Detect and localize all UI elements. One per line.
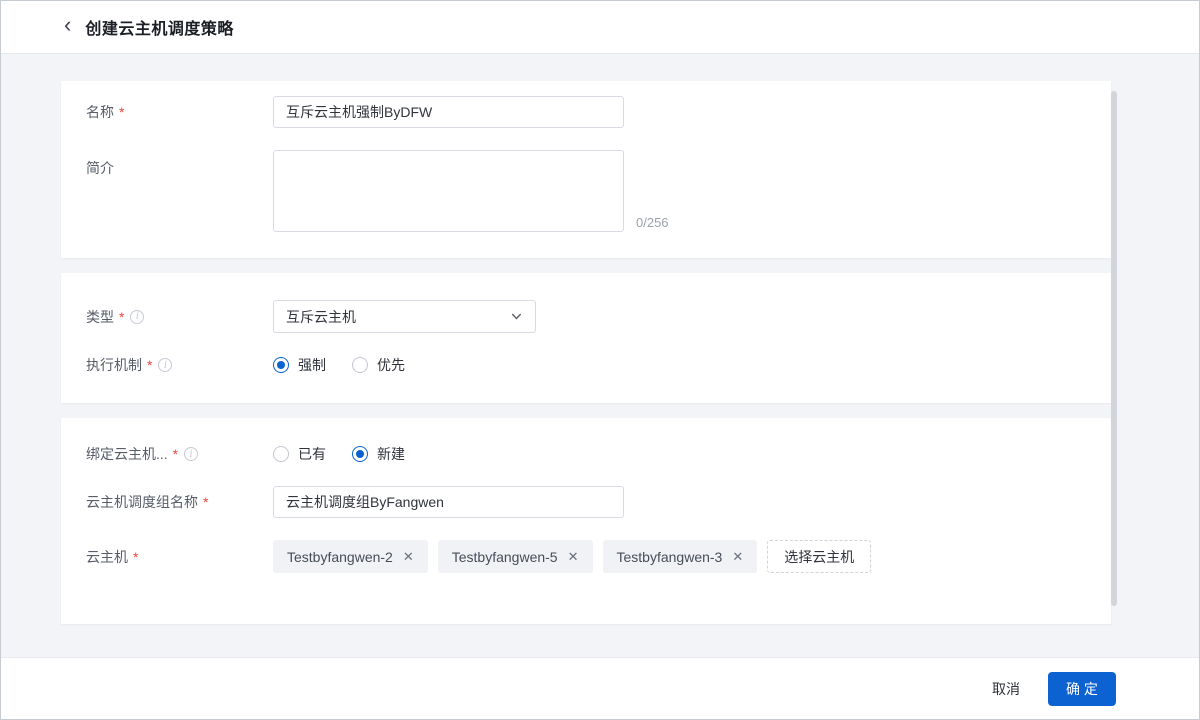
bind-mode-label-text: 绑定云主机... — [86, 444, 168, 464]
radio-label: 优先 — [377, 355, 405, 375]
hosts-row: 云主机 * Testbyfangwen-2 ✕ Testbyfangwen-5 … — [61, 540, 1111, 573]
type-label: 类型 * i — [86, 307, 273, 327]
required-mark: * — [119, 309, 124, 325]
name-label: 名称 * — [86, 102, 273, 122]
required-mark: * — [133, 549, 138, 565]
radio-existing[interactable]: 已有 — [273, 444, 326, 464]
form-content: 名称 * 简介 0/256 类型 * i — [1, 54, 1199, 659]
bind-mode-label: 绑定云主机... * i — [86, 444, 273, 464]
vertical-scrollbar[interactable] — [1111, 91, 1117, 606]
host-tag: Testbyfangwen-2 ✕ — [273, 540, 428, 573]
host-tags: Testbyfangwen-2 ✕ Testbyfangwen-5 ✕ Test… — [273, 540, 871, 573]
close-icon[interactable]: ✕ — [568, 550, 579, 563]
bind-mode-row: 绑定云主机... * i 已有 新建 — [61, 444, 1111, 464]
type-card: 类型 * i 互斥云主机 执行机制 * i — [61, 273, 1111, 403]
host-tag: Testbyfangwen-3 ✕ — [603, 540, 758, 573]
description-row: 简介 0/256 — [61, 150, 1111, 232]
hosts-label-text: 云主机 — [86, 547, 128, 567]
required-mark: * — [119, 104, 124, 120]
info-icon: i — [184, 447, 198, 461]
bind-mode-radio-group: 已有 新建 — [273, 444, 405, 464]
host-tag: Testbyfangwen-5 ✕ — [438, 540, 593, 573]
group-name-input[interactable] — [273, 486, 624, 518]
page-title: 创建云主机调度策略 — [85, 15, 234, 39]
back-icon[interactable]: ‹ — [64, 14, 71, 36]
basic-info-card: 名称 * 简介 0/256 — [61, 81, 1111, 258]
type-row: 类型 * i 互斥云主机 — [61, 300, 1111, 333]
host-tag-label: Testbyfangwen-3 — [617, 549, 723, 565]
char-counter: 0/256 — [636, 215, 669, 232]
bind-hosts-card: 绑定云主机... * i 已有 新建 云主机调度组名 — [61, 418, 1111, 624]
hosts-label: 云主机 * — [86, 547, 273, 567]
chevron-down-icon — [510, 310, 523, 323]
radio-new[interactable]: 新建 — [352, 444, 405, 464]
close-icon[interactable]: ✕ — [732, 550, 743, 563]
type-select-value: 互斥云主机 — [286, 307, 356, 327]
radio-label: 新建 — [377, 444, 405, 464]
mechanism-radio-group: 强制 优先 — [273, 355, 405, 375]
radio-selected-icon — [352, 446, 368, 462]
group-name-label: 云主机调度组名称 * — [86, 492, 273, 512]
confirm-button[interactable]: 确 定 — [1048, 672, 1116, 706]
description-field: 0/256 — [273, 150, 669, 232]
group-name-row: 云主机调度组名称 * — [61, 486, 1111, 518]
cancel-button[interactable]: 取消 — [992, 679, 1020, 699]
radio-mandatory[interactable]: 强制 — [273, 355, 326, 375]
info-icon: i — [130, 310, 144, 324]
description-textarea[interactable] — [273, 150, 624, 232]
group-name-label-text: 云主机调度组名称 — [86, 492, 198, 512]
mechanism-row: 执行机制 * i 强制 优先 — [61, 355, 1111, 375]
radio-unselected-icon — [352, 357, 368, 373]
radio-unselected-icon — [273, 446, 289, 462]
required-mark: * — [147, 357, 152, 373]
host-tag-label: Testbyfangwen-5 — [452, 549, 558, 565]
type-label-text: 类型 — [86, 307, 114, 327]
required-mark: * — [173, 446, 178, 462]
description-label-text: 简介 — [86, 158, 114, 178]
name-label-text: 名称 — [86, 102, 114, 122]
type-select[interactable]: 互斥云主机 — [273, 300, 536, 333]
mechanism-label: 执行机制 * i — [86, 355, 273, 375]
footer-action-bar: 取消 确 定 — [1, 657, 1199, 719]
info-icon: i — [158, 358, 172, 372]
select-hosts-button[interactable]: 选择云主机 — [767, 540, 871, 573]
page-header: ‹ 创建云主机调度策略 — [1, 1, 1199, 54]
description-label: 简介 — [86, 150, 273, 178]
name-input[interactable] — [273, 96, 624, 128]
radio-label: 强制 — [298, 355, 326, 375]
radio-priority[interactable]: 优先 — [352, 355, 405, 375]
radio-selected-icon — [273, 357, 289, 373]
app-window: ‹ 创建云主机调度策略 名称 * 简介 0/256 — [0, 0, 1200, 720]
host-tag-label: Testbyfangwen-2 — [287, 549, 393, 565]
close-icon[interactable]: ✕ — [403, 550, 414, 563]
required-mark: * — [203, 494, 208, 510]
radio-label: 已有 — [298, 444, 326, 464]
name-row: 名称 * — [61, 96, 1111, 128]
mechanism-label-text: 执行机制 — [86, 355, 142, 375]
